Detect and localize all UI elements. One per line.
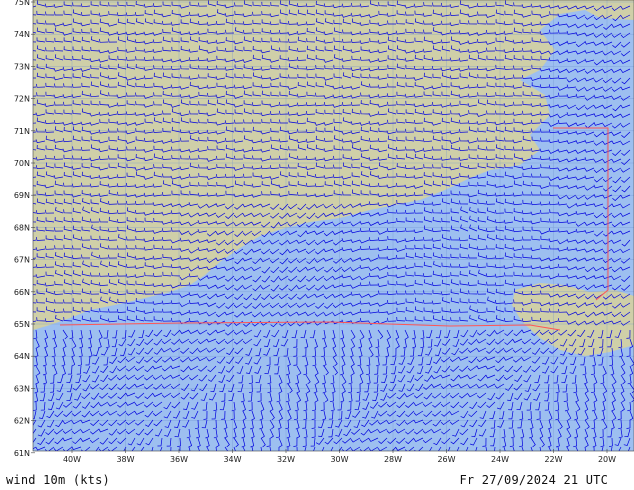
lat-label: 69N <box>14 191 30 200</box>
lon-label: 40W <box>63 455 81 464</box>
lon-label: 32W <box>277 455 295 464</box>
lon-label: 26W <box>437 455 455 464</box>
lat-label: 68N <box>14 223 30 232</box>
lon-label: 28W <box>384 455 402 464</box>
map-title: wind 10m (kts) <box>6 473 110 487</box>
lat-label: 61N <box>14 449 30 458</box>
wind-map: 75N 74N 73N 72N 71N 70N 69N 68N 67N 66N 65N 64N 63N 6… <box>14 0 634 464</box>
lon-label: 30W <box>330 455 348 464</box>
lon-label: 24W <box>491 455 509 464</box>
lat-label: 72N <box>14 95 30 104</box>
valid-time: Fr 27/09/2024 21 UTC <box>459 473 608 487</box>
lat-label: 66N <box>14 288 30 297</box>
lon-label: 34W <box>223 455 241 464</box>
lat-label: 64N <box>14 352 30 361</box>
lon-label: 20W <box>598 455 616 464</box>
lat-label: 67N <box>14 256 30 265</box>
lon-label: 36W <box>170 455 188 464</box>
lat-label: 73N <box>14 62 30 71</box>
lat-label: 65N <box>14 320 30 329</box>
lat-label: 75N <box>14 0 30 7</box>
lat-label: 62N <box>14 417 30 426</box>
lon-label: 38W <box>116 455 134 464</box>
lon-label: 22W <box>544 455 562 464</box>
lat-label: 63N <box>14 384 30 393</box>
lat-label: 74N <box>14 30 30 39</box>
lat-label: 70N <box>14 159 30 168</box>
lat-label: 71N <box>14 127 30 136</box>
latitude-axis: 75N 74N 73N 72N 71N 70N 69N 68N 67N 66N 65N 64N 63N 6… <box>14 0 35 458</box>
